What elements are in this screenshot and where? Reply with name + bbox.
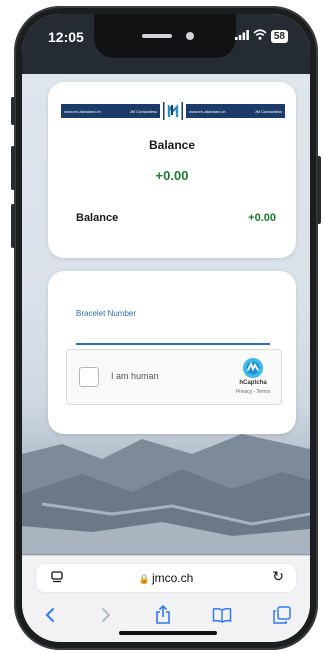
banner-left: www.eh-allandani.ch JM Contactless — [61, 104, 160, 118]
balance-row-value: +0.00 — [248, 212, 276, 224]
signal-icon — [234, 29, 249, 43]
share-icon[interactable] — [152, 604, 174, 626]
url-text: jmco.ch — [151, 571, 194, 585]
reload-icon[interactable]: ↻ — [272, 568, 284, 585]
banner-right-url: www.eh-allandani.ch — [189, 108, 226, 114]
balance-card: www.eh-allandani.ch JM Contactless www.e… — [48, 82, 296, 258]
forward-icon[interactable] — [95, 604, 117, 626]
volume-up-button — [11, 146, 15, 190]
speaker-grille — [142, 34, 172, 38]
status-time: 12:05 — [48, 29, 84, 45]
hcaptcha-logo-icon — [242, 357, 264, 379]
hcaptcha-brand: hCaptcha — [239, 380, 267, 386]
safari-toolbar — [22, 600, 310, 630]
volume-down-button — [11, 204, 15, 248]
notch — [94, 14, 236, 58]
lock-icon: 🔒 — [138, 574, 150, 584]
hcaptcha-privacy-terms-link[interactable]: Privacy - Terms — [225, 389, 281, 395]
phone-screen: 12:05 58 www.eh-allandani.ch JM Contactl… — [22, 14, 310, 642]
captcha-label: I am human — [111, 371, 159, 381]
captcha-checkbox[interactable] — [79, 367, 99, 387]
status-icons: 58 — [234, 29, 288, 43]
tabs-icon[interactable] — [271, 604, 293, 626]
back-icon[interactable] — [39, 604, 61, 626]
bracelet-number-input[interactable] — [76, 321, 270, 345]
banner-left-url: www.eh-allandani.ch — [64, 108, 101, 114]
banner-right-brand: JM Contactless — [254, 108, 282, 114]
wifi-icon — [253, 29, 267, 43]
mute-switch — [11, 97, 15, 125]
mountain-background — [22, 434, 310, 554]
address-bar[interactable]: 🔒 jmco.ch ↻ — [36, 564, 296, 592]
front-camera — [186, 32, 194, 40]
bookmarks-icon[interactable] — [211, 604, 233, 626]
balance-row-label: Balance — [76, 212, 119, 224]
bracelet-form-card: Bracelet Number I am human hCaptcha Priv… — [48, 271, 296, 434]
balance-amount: +0.00 — [155, 168, 189, 183]
battery-icon: 58 — [270, 29, 288, 43]
home-indicator[interactable] — [119, 631, 217, 635]
status-bar: 12:05 58 — [22, 14, 310, 74]
banner-right: www.eh-allandani.ch JM Contactless — [186, 104, 285, 118]
jm-logo-icon — [160, 100, 186, 122]
power-button — [317, 156, 321, 224]
hcaptcha-widget: I am human hCaptcha Privacy - Terms — [66, 349, 282, 405]
bracelet-number-label: Bracelet Number — [76, 309, 137, 318]
banner-left-brand: JM Contactless — [129, 108, 157, 114]
address-url[interactable]: 🔒 jmco.ch — [36, 571, 296, 585]
brand-banner: www.eh-allandani.ch JM Contactless www.e… — [61, 100, 285, 122]
safari-bottom-bar: 🔒 jmco.ch ↻ — [22, 555, 310, 642]
balance-title: Balance — [148, 138, 196, 152]
